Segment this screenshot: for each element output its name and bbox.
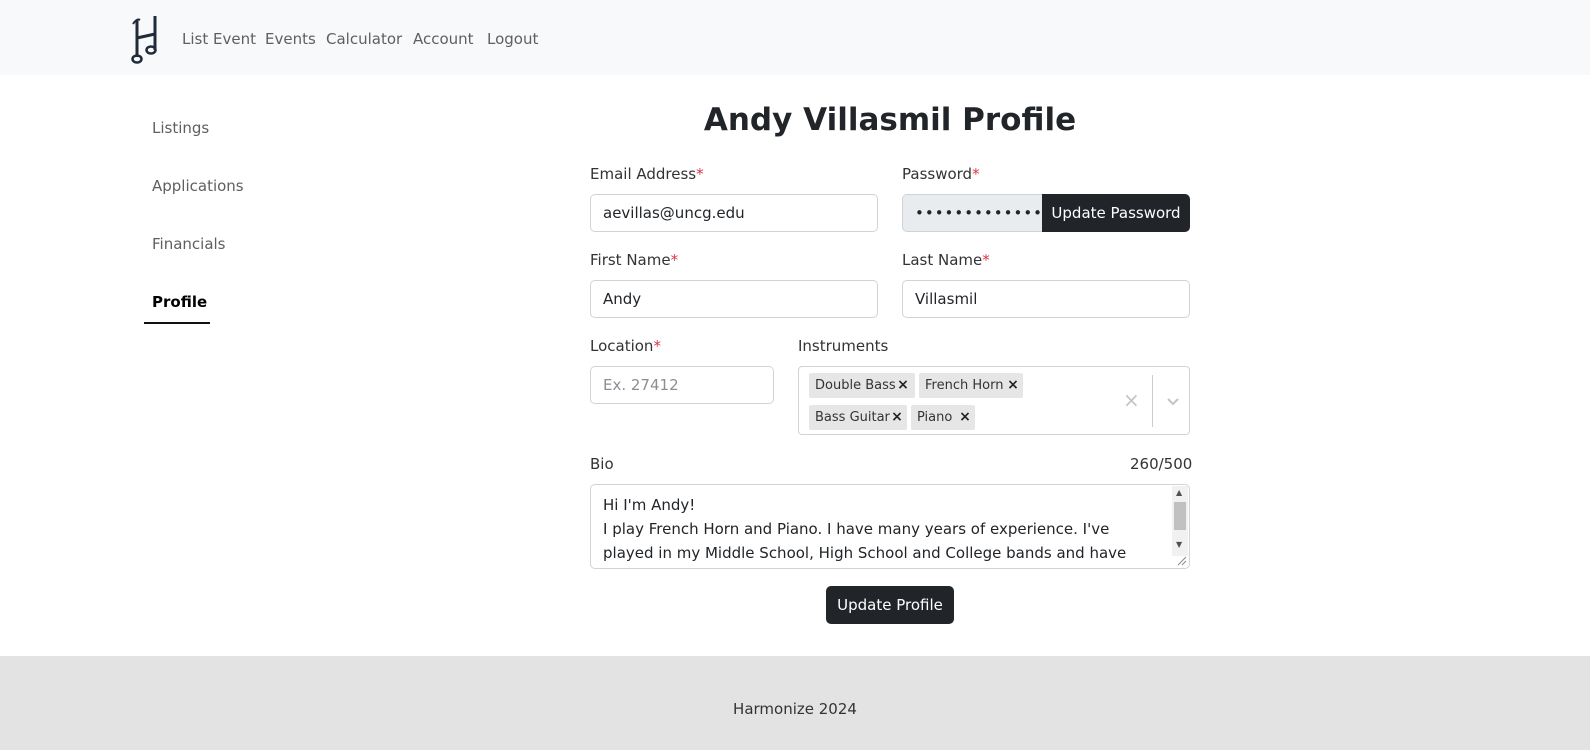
instrument-chip-label: Double Bass [815, 378, 896, 393]
nav-list-event[interactable]: List Event [182, 29, 256, 49]
first-name-label: First Name* [590, 251, 679, 269]
instrument-chip-label: French Horn [925, 378, 1004, 393]
chevron-down-icon[interactable] [1163, 391, 1183, 411]
instruments-multiselect[interactable]: Double Bass × French Horn × Bass Guitar … [798, 366, 1190, 435]
bio-textarea[interactable]: Hi I'm Andy! I play French Horn and Pian… [590, 484, 1190, 569]
resize-handle-icon[interactable] [1177, 556, 1187, 566]
sidebar-item-financials[interactable]: Financials [152, 234, 226, 254]
bio-text: Hi I'm Andy! I play French Horn and Pian… [603, 496, 1127, 562]
harmonize-logo-icon[interactable] [131, 14, 161, 64]
nav-logout[interactable]: Logout [487, 29, 538, 49]
instrument-chip: Bass Guitar × [809, 405, 907, 430]
email-field[interactable]: aevillas@uncg.edu [590, 194, 878, 232]
location-field[interactable]: Ex. 27412 [590, 366, 774, 404]
email-label: Email Address* [590, 165, 704, 183]
nav-calculator[interactable]: Calculator [326, 29, 402, 49]
footer: Harmonize 2024 [0, 656, 1590, 750]
clear-all-icon[interactable]: × [1123, 389, 1140, 411]
location-label: Location* [590, 337, 661, 355]
footer-text: Harmonize 2024 [733, 700, 857, 718]
sidebar-item-applications[interactable]: Applications [152, 176, 244, 196]
instrument-chip: French Horn × [919, 373, 1023, 398]
sidebar-item-listings[interactable]: Listings [152, 118, 209, 138]
update-password-button[interactable]: Update Password [1042, 194, 1190, 232]
nav-events[interactable]: Events [265, 29, 316, 49]
bio-char-counter: 260/500 [1130, 455, 1193, 473]
instruments-label: Instruments [798, 337, 889, 355]
instrument-chip-label: Piano [917, 410, 953, 425]
remove-chip-icon[interactable]: × [887, 405, 907, 430]
instrument-chip: Double Bass × [809, 373, 915, 398]
nav-account[interactable]: Account [413, 29, 474, 49]
sidebar-active-indicator [144, 322, 210, 324]
scroll-up-icon[interactable]: ▲ [1176, 489, 1182, 497]
bio-label: Bio [590, 455, 614, 473]
remove-chip-icon[interactable]: × [1003, 373, 1023, 398]
top-navbar: List Event Events Calculator Account Log… [0, 0, 1590, 75]
first-name-field[interactable]: Andy [590, 280, 878, 318]
indicator-separator [1152, 375, 1153, 427]
scroll-down-icon[interactable]: ▼ [1176, 541, 1182, 549]
last-name-label: Last Name* [902, 251, 990, 269]
remove-chip-icon[interactable]: × [955, 405, 975, 430]
update-profile-button[interactable]: Update Profile [826, 586, 954, 624]
instrument-chip: Piano × [911, 405, 975, 430]
bio-scrollbar[interactable]: ▲ ▼ [1172, 486, 1188, 556]
remove-chip-icon[interactable]: × [893, 373, 913, 398]
password-label: Password* [902, 165, 980, 183]
instrument-chip-label: Bass Guitar [815, 410, 890, 425]
scroll-thumb[interactable] [1174, 502, 1186, 530]
last-name-field[interactable]: Villasmil [902, 280, 1190, 318]
page-title: Andy Villasmil Profile [703, 102, 1077, 138]
password-field: ••••••••••••• [902, 194, 1042, 232]
sidebar-item-profile[interactable]: Profile [152, 292, 207, 312]
